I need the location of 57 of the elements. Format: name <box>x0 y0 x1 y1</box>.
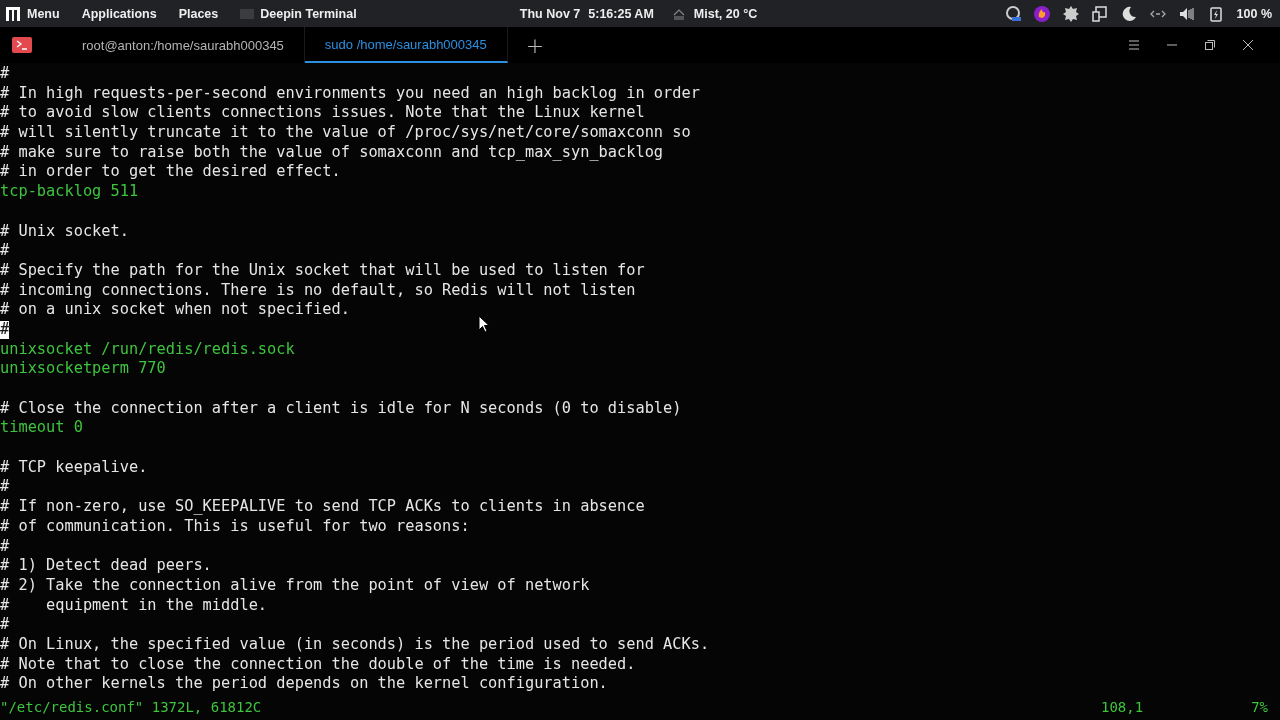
battery-icon[interactable] <box>1207 5 1224 22</box>
menu-icon[interactable] <box>1128 39 1140 51</box>
settings-icon[interactable] <box>1062 5 1079 22</box>
code-line: tcp-backlog 511 <box>0 182 139 201</box>
code-line: # TCP keepalive. <box>0 457 148 476</box>
mouse-pointer-icon <box>478 315 490 333</box>
code-line: # 2) Take the connection alive from the point of view of network <box>0 575 590 594</box>
flame-icon[interactable] <box>1033 5 1050 22</box>
menu-logo-icon[interactable] <box>5 5 21 22</box>
code-line: timeout 0 <box>0 418 83 437</box>
battery-label: 100 % <box>1236 6 1272 21</box>
maximize-icon[interactable] <box>1204 39 1216 51</box>
terminal-tab[interactable]: sudo /home/saurabh000345 <box>304 27 508 63</box>
code-line: # <box>0 477 10 496</box>
terminal-app-icon <box>12 37 32 53</box>
code-line: # On Linux, the specified value (in seconds) is the period used to send ACKs. <box>0 634 710 653</box>
clock[interactable]: 5:16:25 AM <box>588 6 654 21</box>
code-line: # will silently truncate it to the value of /proc/sys/net/core/somaxconn so <box>0 123 691 142</box>
active-app-label[interactable]: Deepin Terminal <box>260 6 357 21</box>
weather-icon <box>671 7 686 20</box>
code-line: # If non-zero, use SO_KEEPALIVE to send TCP ACKs to clients in absence <box>0 497 645 516</box>
close-icon[interactable] <box>1242 39 1254 51</box>
code-line: # make sure to raise both the value of somaxconn and tcp_max_syn_backlog <box>0 142 664 161</box>
weather-label[interactable]: Mist, 20 °C <box>693 6 758 21</box>
code-line: # <box>0 615 10 634</box>
recorder-icon[interactable] <box>1004 5 1021 22</box>
code-line: # on a unix socket when not specified. <box>0 300 350 319</box>
code-line: # <box>0 536 10 555</box>
code-line: # Close the connection after a client is idle for N seconds (0 to disable) <box>0 398 682 417</box>
date-label[interactable]: Thu Nov 7 <box>519 6 581 21</box>
code-line: # equipment in the middle. <box>0 595 268 614</box>
code-line: unixsocket /run/redis/redis.sock <box>0 339 295 358</box>
code-line: # <box>0 241 10 260</box>
panel-menu-item[interactable]: Applications <box>81 6 157 21</box>
code-line: # In high requests-per-second environments you need an high backlog in order <box>0 83 700 102</box>
code-line: # of communication. This is useful for two reasons: <box>0 516 470 535</box>
new-tab-button[interactable]: + <box>517 32 553 58</box>
code-line: # Specify the path for the Unix socket that will be used to listen for <box>0 260 645 279</box>
terminal-tab[interactable]: root@anton:/home/saurabh000345 <box>62 27 305 63</box>
cursor-position: 108,1 <box>1101 699 1144 715</box>
display-icon[interactable] <box>1091 5 1108 22</box>
moon-icon[interactable] <box>1120 5 1137 22</box>
code-line: # Note that to close the connection the double of the time is needed. <box>0 654 636 673</box>
code-line: # <box>0 64 10 82</box>
code-line: # in order to get the desired effect. <box>0 162 341 181</box>
code-line: # Unix socket. <box>0 221 129 240</box>
volume-icon[interactable] <box>1178 5 1195 22</box>
code-line: unixsocketperm 770 <box>0 359 166 378</box>
terminal-icon <box>240 8 255 19</box>
panel-menu-item[interactable]: Places <box>178 6 219 21</box>
scroll-percent: 7% <box>1251 699 1268 715</box>
code-line: # incoming connections. There is no default, so Redis will not listen <box>0 280 636 299</box>
code-line: # 1) Detect dead peers. <box>0 556 212 575</box>
menu-button[interactable]: Menu <box>27 6 60 21</box>
code-line: # to avoid slow clients connections issues. Note that the Linux kernel <box>0 103 645 122</box>
file-info: "/etc/redis.conf" 1372L, 61812C <box>0 699 262 715</box>
code-line: # On other kernels the period depends on the kernel configuration. <box>0 674 608 693</box>
